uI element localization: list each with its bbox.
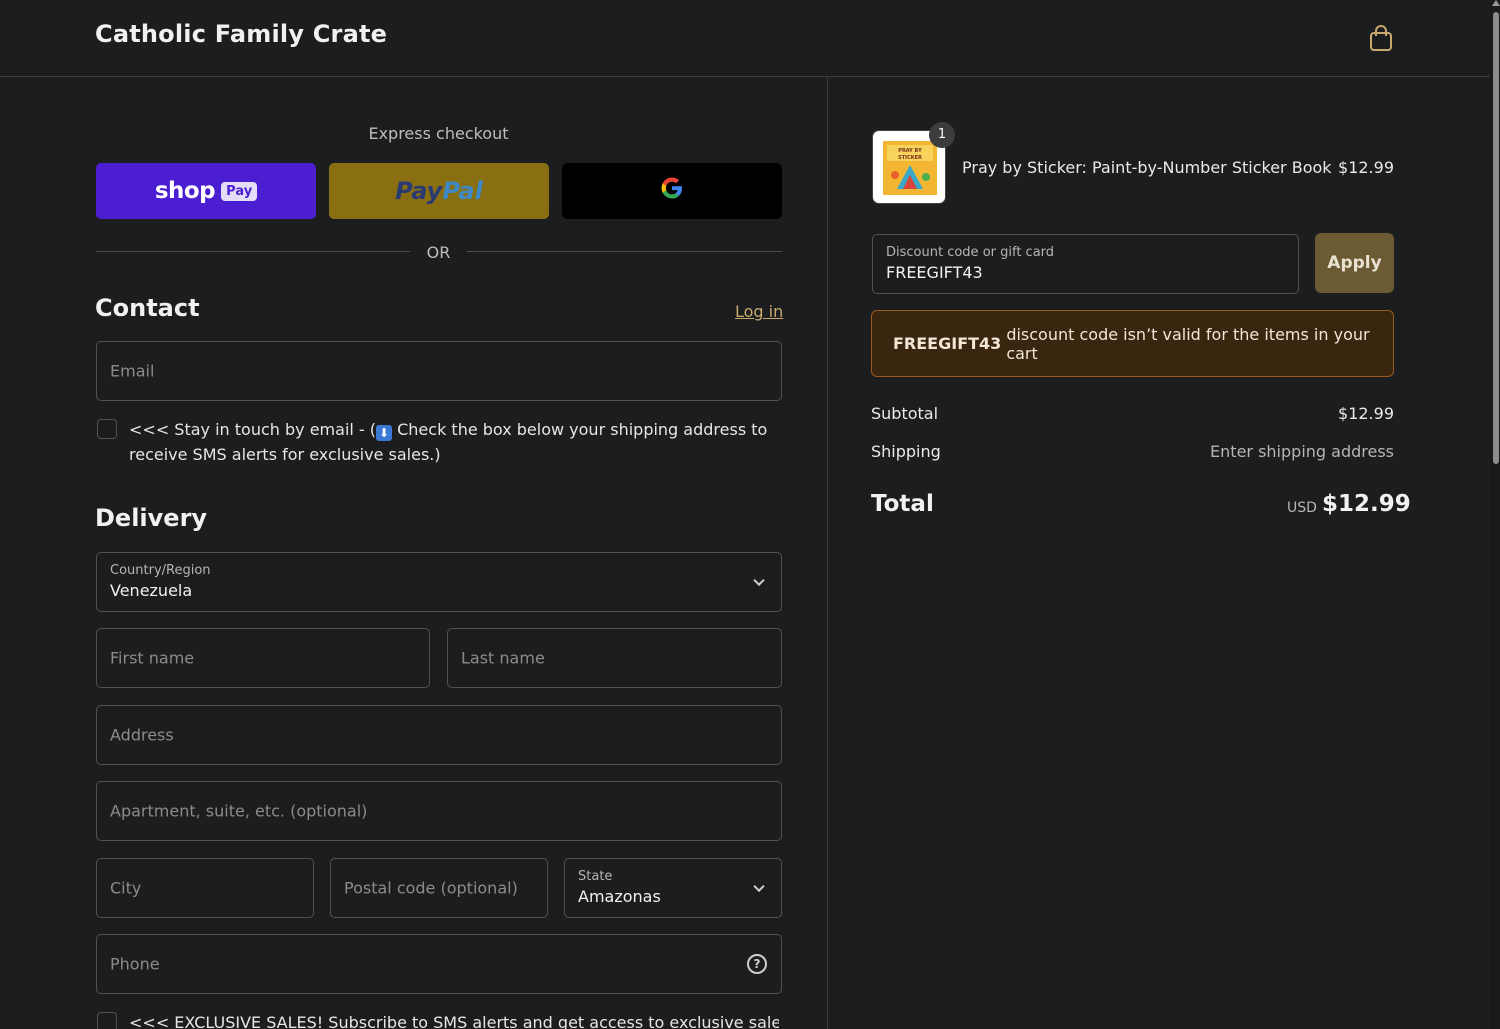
svg-text:PRAY BY: PRAY BY	[898, 148, 922, 154]
store-brand[interactable]: Catholic Family Crate	[95, 20, 387, 48]
state-label: State	[578, 869, 613, 884]
city-placeholder: City	[110, 878, 142, 898]
paypal-logo: PayPal	[395, 177, 483, 205]
product-price: $12.99	[1338, 158, 1394, 177]
apply-discount-button[interactable]: Apply	[1315, 233, 1394, 293]
address-placeholder: Address	[110, 725, 174, 745]
email-field[interactable]: Email	[96, 341, 782, 401]
help-icon[interactable]: ?	[747, 954, 767, 974]
or-divider-left	[96, 251, 410, 252]
sms-marketing-label: <<< EXCLUSIVE SALES! Subscribe to SMS al…	[129, 1013, 779, 1029]
or-separator: OR	[426, 243, 451, 262]
last-name-placeholder: Last name	[461, 648, 545, 668]
paypal-button[interactable]: PayPal	[329, 163, 549, 219]
email-marketing-checkbox[interactable]	[97, 419, 117, 439]
error-text: discount code isn’t valid for the items …	[1006, 324, 1370, 363]
header: Catholic Family Crate	[0, 0, 1490, 77]
postal-code-placeholder: Postal code (optional)	[344, 878, 518, 898]
state-select[interactable]: State Amazonas	[564, 858, 782, 918]
total-currency: USD	[1287, 500, 1317, 516]
country-value: Venezuela	[110, 581, 193, 600]
shop-pay-badge: Pay	[221, 181, 258, 201]
city-field[interactable]: City	[96, 858, 314, 918]
sms-marketing-checkbox[interactable]	[97, 1012, 117, 1029]
postal-code-field[interactable]: Postal code (optional)	[330, 858, 548, 918]
apartment-field[interactable]: Apartment, suite, etc. (optional)	[96, 781, 782, 841]
svg-text:STICKER: STICKER	[898, 155, 922, 161]
shipping-label: Shipping	[871, 442, 941, 461]
shop-pay-button[interactable]: shop Pay	[96, 163, 316, 219]
down-arrow-icon: ⬇	[376, 425, 393, 441]
scroll-up-arrow[interactable]	[1492, 0, 1500, 6]
discount-error-message: FREEGIFT43 discount code isn’t valid for…	[871, 310, 1394, 377]
product-name: Pray by Sticker: Paint-by-Number Sticker…	[962, 158, 1332, 177]
total-value: $12.99	[1322, 491, 1411, 517]
shop-pay-logo: shop	[154, 178, 216, 204]
or-divider-right	[467, 251, 782, 252]
country-label: Country/Region	[110, 563, 211, 578]
scrollbar-thumb[interactable]	[1493, 12, 1499, 464]
login-link[interactable]: Log in	[735, 302, 783, 321]
contact-heading: Contact	[95, 294, 200, 322]
column-divider	[827, 77, 828, 1029]
error-code: FREEGIFT43	[893, 334, 1002, 353]
google-pay-button[interactable]	[562, 163, 782, 219]
first-name-placeholder: First name	[110, 648, 195, 668]
phone-field[interactable]: Phone ?	[96, 934, 782, 994]
last-name-field[interactable]: Last name	[447, 628, 782, 688]
shipping-value: Enter shipping address	[1210, 442, 1394, 461]
phone-placeholder: Phone	[110, 954, 160, 974]
delivery-heading: Delivery	[95, 504, 208, 532]
google-logo-icon	[660, 174, 684, 208]
email-placeholder: Email	[110, 361, 155, 381]
discount-code-field[interactable]: Discount code or gift card FREEGIFT43	[872, 234, 1299, 294]
first-name-field[interactable]: First name	[96, 628, 430, 688]
chevron-down-icon	[753, 880, 765, 893]
state-value: Amazonas	[578, 887, 661, 906]
subtotal-value: $12.99	[1338, 404, 1394, 423]
quantity-badge: 1	[929, 122, 955, 148]
discount-value: FREEGIFT43	[886, 263, 983, 282]
discount-label: Discount code or gift card	[886, 245, 1055, 260]
express-checkout-label: Express checkout	[368, 124, 509, 143]
subtotal-label: Subtotal	[871, 404, 939, 423]
email-marketing-label: <<< Stay in touch by email - (⬇ Check th…	[129, 420, 768, 464]
chevron-down-icon	[753, 574, 765, 587]
shopping-bag-icon[interactable]	[1368, 24, 1394, 52]
address-field[interactable]: Address	[96, 705, 782, 765]
country-select[interactable]: Country/Region Venezuela	[96, 552, 782, 612]
apartment-placeholder: Apartment, suite, etc. (optional)	[110, 801, 368, 821]
total-label: Total	[871, 491, 934, 517]
